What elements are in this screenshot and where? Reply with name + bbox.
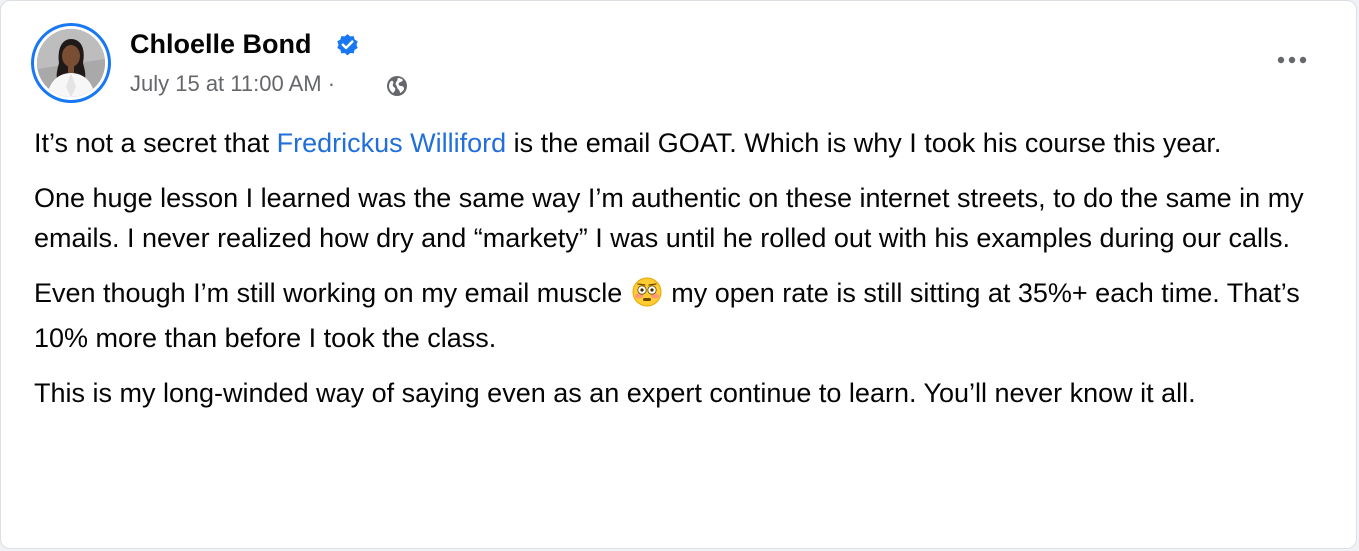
mention-link[interactable]: Fredrickus Williford — [277, 128, 507, 158]
post-paragraph: One huge lesson I learned was the same w… — [34, 183, 1304, 253]
meta-separator: · — [321, 71, 336, 96]
globe-icon[interactable] — [385, 74, 409, 98]
post-paragraph: It’s not a secret that Fredrickus Willif… — [34, 128, 1222, 158]
post-timestamp[interactable]: July 15 at 11:00 AM — [130, 71, 322, 96]
verified-badge-icon — [337, 34, 358, 56]
flushed-face-emoji-icon — [632, 277, 662, 318]
profile-photo-icon — [37, 29, 105, 97]
avatar-story-ring[interactable] — [31, 23, 111, 103]
post-text: It’s not a secret that Fredrickus Willif… — [34, 123, 1329, 428]
post-card: Chloelle Bond July 15 at 11:00 AM · It’s… — [0, 0, 1357, 549]
post-paragraph: Even though I’m still working on my emai… — [34, 277, 1300, 353]
more-horizontal-icon — [1277, 56, 1307, 64]
author-name[interactable]: Chloelle Bond — [130, 29, 312, 60]
avatar[interactable] — [37, 29, 105, 97]
post-paragraph: This is my long-winded way of saying eve… — [34, 378, 1196, 408]
post-meta: July 15 at 11:00 AM · — [130, 71, 335, 97]
post-options-button[interactable] — [1271, 43, 1311, 79]
